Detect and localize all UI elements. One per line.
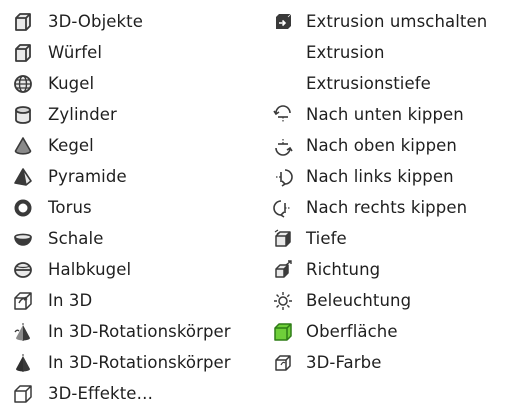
menu-column-left: 3D-Objekte Würfel Kugel Zylinder Kegel P… [12, 6, 262, 409]
menu-item-surface[interactable]: Oberfläche [272, 316, 518, 347]
menu-item-label: Halbkugel [48, 260, 132, 279]
menu-item-label: Kugel [48, 74, 95, 93]
menu-item-label: In 3D [48, 291, 93, 310]
cube-icon [12, 11, 34, 33]
menu-item-pyramid[interactable]: Pyramide [12, 161, 262, 192]
menu-item-label: In 3D-Rotationskörper [48, 322, 231, 341]
menu-item-extrusion[interactable]: Extrusion [272, 37, 518, 68]
3d-effects-icon [12, 383, 34, 405]
menu-item-rotation-body[interactable]: In 3D-Rotationskörper [12, 347, 262, 378]
sphere-icon [12, 73, 34, 95]
to-3d-icon [12, 290, 34, 312]
half-sphere-icon [12, 259, 34, 281]
torus-icon [12, 197, 34, 219]
menu-item-label: Schale [48, 229, 104, 248]
menu-item-half-sphere[interactable]: Halbkugel [12, 254, 262, 285]
menu-item-label: Nach rechts kippen [306, 198, 468, 217]
menu-item-label: Nach oben kippen [306, 136, 457, 155]
menu-item-label: Extrusion [306, 43, 385, 62]
menu-item-depth[interactable]: Tiefe [272, 223, 518, 254]
menu-item-label: Extrusion umschalten [306, 12, 488, 31]
direction-icon [272, 259, 294, 281]
menu-item-rotation-body[interactable]: In 3D-Rotationskörper [12, 316, 262, 347]
menu-item-to-3d[interactable]: In 3D [12, 285, 262, 316]
menu-item-label: Tiefe [306, 229, 347, 248]
menu-item-cube[interactable]: Würfel [12, 37, 262, 68]
cylinder-icon [12, 104, 34, 126]
menu-item-torus[interactable]: Torus [12, 192, 262, 223]
tilt-down-icon [272, 104, 294, 126]
3d-color-icon [272, 352, 294, 374]
menu-item-label: Extrusionstiefe [306, 74, 431, 93]
rotation-body-icon [12, 352, 34, 374]
menu-item-cone[interactable]: Kegel [12, 130, 262, 161]
extrusion-toggle-icon [272, 11, 294, 33]
menu-item-extrusion-depth[interactable]: Extrusionstiefe [272, 68, 518, 99]
shell-icon [12, 228, 34, 250]
pyramid-icon [12, 166, 34, 188]
menu-item-3d-effects[interactable]: 3D-Effekte… [12, 378, 262, 409]
menu-item-shell[interactable]: Schale [12, 223, 262, 254]
menu-item-extrusion-toggle[interactable]: Extrusion umschalten [272, 6, 518, 37]
menu-item-tilt-right[interactable]: Nach rechts kippen [272, 192, 518, 223]
menu-column-right: Extrusion umschalten Extrusion Extrusion… [272, 6, 518, 378]
menu-item-label: Kegel [48, 136, 94, 155]
menu-item-lighting[interactable]: Beleuchtung [272, 285, 518, 316]
menu-item-label: Richtung [306, 260, 381, 279]
menu-item-label: Oberfläche [306, 322, 398, 341]
menu-item-3d-color[interactable]: 3D-Farbe [272, 347, 518, 378]
lighting-icon [272, 290, 294, 312]
menu-item-label: Torus [48, 198, 92, 217]
menu-item-label: Beleuchtung [306, 291, 412, 310]
menu-item-cylinder[interactable]: Zylinder [12, 99, 262, 130]
menu-item-label: Pyramide [48, 167, 127, 186]
menu-item-tilt-left[interactable]: Nach links kippen [272, 161, 518, 192]
menu-item-label: Nach unten kippen [306, 105, 464, 124]
menu-item-label: 3D-Farbe [306, 353, 382, 372]
cube-icon [12, 42, 34, 64]
menu-item-label: In 3D-Rotationskörper [48, 353, 231, 372]
cone-icon [12, 135, 34, 157]
menu-item-direction[interactable]: Richtung [272, 254, 518, 285]
menu-item-label: Zylinder [48, 105, 117, 124]
depth-icon [272, 228, 294, 250]
surface-icon [272, 321, 294, 343]
menu-item-label: 3D-Objekte [48, 12, 143, 31]
menu-item-tilt-down[interactable]: Nach unten kippen [272, 99, 518, 130]
menu-item-sphere[interactable]: Kugel [12, 68, 262, 99]
tilt-up-icon [272, 135, 294, 157]
rotation-body-icon [12, 321, 34, 343]
menu-item-label: Nach links kippen [306, 167, 454, 186]
menu-item-tilt-up[interactable]: Nach oben kippen [272, 130, 518, 161]
menu-item-label: 3D-Effekte… [48, 384, 154, 403]
tilt-left-icon [272, 166, 294, 188]
tilt-right-icon [272, 197, 294, 219]
menu-item-3d-objects[interactable]: 3D-Objekte [12, 6, 262, 37]
menu-item-label: Würfel [48, 43, 103, 62]
